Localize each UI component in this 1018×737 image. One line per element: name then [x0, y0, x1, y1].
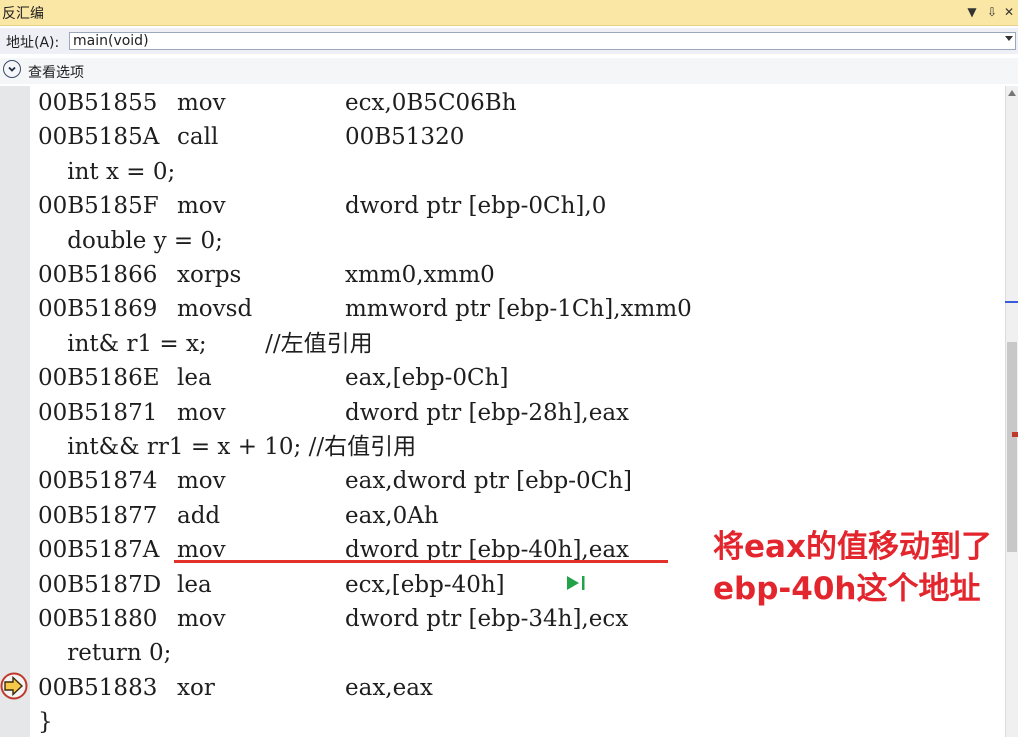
- opcode-text: add: [177, 502, 221, 529]
- operand-text: mmword ptr [ebp-1Ch],xmm0: [345, 296, 692, 323]
- operand-text: eax,eax: [345, 674, 433, 701]
- address-text: 00B5185F: [38, 193, 159, 220]
- opcode-text: call: [177, 124, 219, 151]
- address-text: 00B5185A: [38, 124, 160, 151]
- address-label: 地址(A):: [6, 35, 60, 51]
- address-text: 00B51855: [38, 90, 158, 116]
- source-text: return 0;: [38, 640, 172, 667]
- current-instruction-arrow-icon: [0, 672, 28, 700]
- view-options-label[interactable]: 查看选项: [28, 62, 84, 82]
- operand-text: eax,dword ptr [ebp-0Ch]: [345, 468, 632, 495]
- close-icon[interactable]: ✕: [1000, 3, 1018, 21]
- source-text: int& r1 = x; //左值引用: [38, 330, 373, 357]
- opcode-text: lea: [177, 365, 212, 392]
- operand-text: dword ptr [ebp-28h],eax: [345, 399, 630, 426]
- opcode-text: mov: [177, 90, 226, 116]
- scroll-up-icon[interactable]: [1008, 90, 1016, 96]
- opcode-text: mov: [177, 606, 226, 632]
- operand-text: ecx,0B5C06Bh: [345, 90, 517, 116]
- address-text: 00B51880: [38, 606, 158, 632]
- operand-text: ecx,[ebp-40h]: [345, 571, 505, 598]
- address-bar: 地址(A): main(void): [0, 28, 1018, 54]
- operand-text: dword ptr [ebp-0Ch],0: [345, 193, 607, 220]
- address-text: 00B51869: [38, 296, 158, 323]
- chevron-down-icon[interactable]: [1005, 36, 1013, 41]
- address-text: 00B51871: [38, 399, 158, 426]
- opcode-text: mov: [177, 193, 226, 220]
- vertical-scrollbar[interactable]: [1005, 86, 1018, 737]
- opcode-text: mov: [177, 468, 226, 495]
- window-menu-dropdown-icon[interactable]: ▼: [963, 3, 981, 21]
- address-text: 00B51883: [38, 674, 158, 701]
- address-value[interactable]: main(void): [73, 33, 149, 49]
- disassembly-code[interactable]: 00B51855 mov ecx,0B5C06Bh 00B5185A call 00B51…: [38, 86, 998, 737]
- address-text: 00B51874: [38, 468, 158, 495]
- view-options-bar[interactable]: 查看选项: [0, 58, 1018, 84]
- source-text: }: [38, 709, 53, 736]
- address-text: 00B51866: [38, 262, 158, 288]
- chevron-down-circle-icon[interactable]: [3, 60, 21, 78]
- opcode-text: xorps: [177, 262, 242, 288]
- annotation-line-2: ebp-40h这个地址: [713, 571, 981, 607]
- highlight-underline: [174, 560, 668, 563]
- opcode-text: movsd: [177, 296, 253, 323]
- source-text: double y = 0;: [38, 227, 223, 254]
- title-bar: 反汇编 ▼ ⇩ ✕: [0, 0, 1018, 26]
- source-text: int x = 0;: [38, 158, 176, 185]
- operand-text: 00B51320: [345, 124, 465, 151]
- address-text: 00B51877: [38, 502, 158, 529]
- operand-text: eax,0Ah: [345, 502, 439, 529]
- scroll-marker: [1005, 301, 1018, 303]
- opcode-text: lea: [177, 571, 212, 598]
- scrollbar-thumb[interactable]: [1007, 342, 1017, 552]
- run-to-cursor-icon[interactable]: [565, 574, 587, 592]
- address-text: 00B5186E: [38, 365, 160, 392]
- source-text: int&& rr1 = x + 10; //右值引用: [38, 434, 417, 460]
- address-text: 00B5187D: [38, 571, 162, 598]
- breakpoint-gutter[interactable]: [0, 86, 30, 737]
- annotation-line-1: 将eax的值移动到了: [713, 529, 992, 565]
- operand-text: eax,[ebp-0Ch]: [345, 365, 509, 392]
- operand-text: dword ptr [ebp-34h],ecx: [345, 606, 629, 632]
- annotation: 将eax的值移动到了 ebp-40h这个地址: [713, 526, 992, 610]
- scroll-marker-red: [1012, 432, 1018, 437]
- opcode-text: xor: [177, 674, 215, 701]
- address-combobox[interactable]: main(void): [69, 32, 1016, 50]
- operand-text: xmm0,xmm0: [345, 262, 495, 288]
- pin-icon[interactable]: ⇩: [983, 3, 1001, 21]
- window-title: 反汇编: [2, 6, 44, 22]
- opcode-text: mov: [177, 399, 226, 426]
- address-text: 00B5187A: [38, 537, 160, 564]
